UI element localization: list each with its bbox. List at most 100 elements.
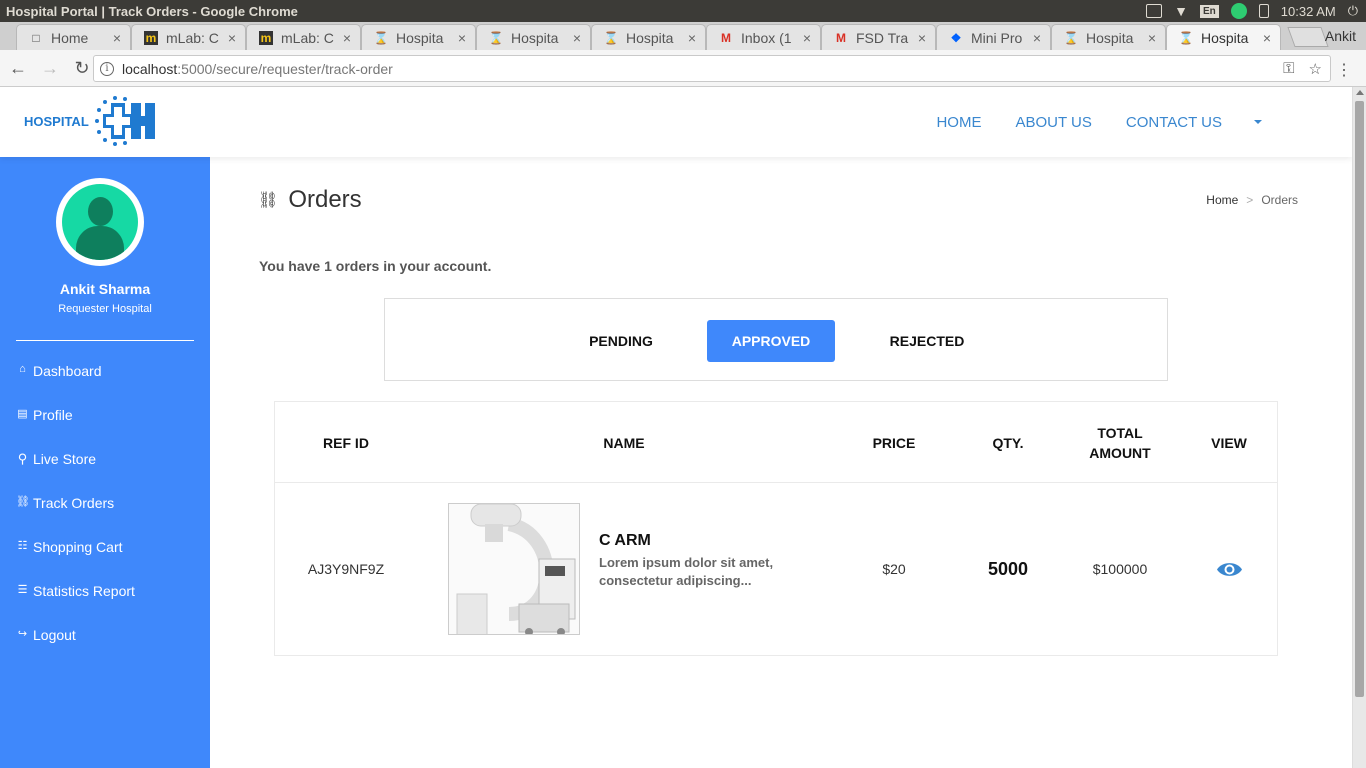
url-host: localhost — [122, 60, 178, 77]
dropbox-icon: ❖ — [950, 30, 962, 45]
cart-icon: ☷ — [17, 540, 28, 552]
forklift-icon: ⛓ — [258, 192, 279, 209]
forklift-icon: ⛓ — [16, 496, 30, 508]
breadcrumb: Home > Orders — [1206, 193, 1298, 207]
forward-icon[interactable]: → — [36, 58, 64, 79]
sidebar-item-live-store[interactable]: ⚲ Live Store — [16, 451, 135, 495]
browser-tab[interactable]: M Inbox (1 × — [706, 24, 821, 50]
close-icon[interactable]: × — [1260, 30, 1274, 46]
id-card-icon: ▤ — [17, 408, 28, 420]
browser-tab-active[interactable]: ⌛ Hospita × — [1166, 24, 1281, 50]
screen-icon[interactable] — [1146, 4, 1163, 18]
filter-rejected-button[interactable]: REJECTED — [867, 320, 987, 362]
close-icon[interactable]: × — [455, 30, 469, 46]
user-icon — [62, 184, 138, 260]
browser-tab[interactable]: ⌛ Hospita × — [476, 24, 591, 50]
filter-pending-button[interactable]: PENDING — [565, 320, 677, 362]
nav-home-link[interactable]: HOME — [936, 114, 981, 131]
power-icon[interactable]: ⏻ — [1348, 3, 1358, 19]
main-nav: HOME ABOUT US CONTACT US — [936, 114, 1262, 131]
close-icon[interactable]: × — [800, 30, 814, 46]
browser-tab-strip: □ Home × m mLab: C × m mLab: C × ⌛ Hospita × ⌛ Ho… — [0, 22, 1366, 50]
wifi-icon[interactable]: ▼ — [1174, 3, 1188, 19]
gmail-icon: M — [836, 30, 846, 45]
close-icon[interactable]: × — [1030, 30, 1044, 46]
key-icon[interactable]: ⚿ — [1283, 60, 1294, 78]
close-icon[interactable]: × — [110, 30, 124, 46]
sidebar-item-shopping-cart[interactable]: ☷ Shopping Cart — [16, 539, 135, 583]
document-icon: □ — [32, 30, 40, 45]
close-icon[interactable]: × — [915, 30, 929, 46]
sidebar-item-dashboard[interactable]: ⌂ Dashboard — [16, 363, 135, 407]
close-icon[interactable]: × — [1145, 30, 1159, 46]
filter-approved-button[interactable]: APPROVED — [707, 320, 835, 362]
breadcrumb-home-link[interactable]: Home — [1206, 193, 1238, 207]
hospital-cross-icon — [94, 96, 155, 146]
site-logo[interactable]: HOSPITAL — [24, 95, 155, 147]
url-path: :5000/secure/requester/track-order — [177, 60, 393, 77]
browser-tab[interactable]: ⌛ Hospita × — [591, 24, 706, 50]
user-role: Requester Hospital — [58, 303, 152, 315]
scroll-up-icon[interactable] — [1356, 90, 1364, 95]
nav-about-link[interactable]: ABOUT US — [1015, 114, 1091, 131]
order-status-filter: PENDING APPROVED REJECTED — [384, 298, 1168, 381]
os-top-bar: Hospital Portal | Track Orders - Google … — [0, 0, 1366, 22]
url-input[interactable]: i localhost:5000/secure/requester/track-… — [93, 55, 1331, 82]
browser-tab[interactable]: m mLab: C × — [246, 24, 361, 50]
logo-text: HOSPITAL — [24, 113, 89, 129]
home-icon: ⌂ — [19, 363, 26, 375]
table-header-row: REF ID NAME PRICE QTY. TOTAL AMOUNT VIEW — [275, 402, 1277, 483]
sidebar-item-track-orders[interactable]: ⛓ Track Orders — [16, 495, 135, 539]
browser-tab[interactable]: ❖ Mini Pro × — [936, 24, 1051, 50]
main-content: ⛓ Orders Home > Orders You have 1 orders i… — [210, 157, 1352, 768]
breadcrumb-current: Orders — [1261, 193, 1298, 207]
order-ref-id: AJ3Y9NF9Z — [307, 561, 385, 577]
web-page: HOSPITAL HOME ABOUT US CONTACT US Ankit … — [0, 87, 1352, 768]
hospital-icon: ⌛ — [1063, 30, 1079, 45]
breadcrumb-separator: > — [1246, 193, 1254, 207]
browser-tab[interactable]: ⌛ Hospita × — [1051, 24, 1166, 50]
sidebar-item-statistics-report[interactable]: ☰ Statistics Report — [16, 583, 135, 627]
keyboard-layout-indicator[interactable]: En — [1199, 4, 1219, 18]
battery-icon[interactable] — [1258, 4, 1269, 18]
close-icon[interactable]: × — [340, 30, 354, 46]
col-view: VIEW — [1211, 434, 1247, 451]
scrollbar-thumb[interactable] — [1355, 101, 1364, 697]
view-order-button[interactable] — [1181, 483, 1277, 655]
page-title: Orders — [288, 186, 362, 213]
sidebar-item-logout[interactable]: ↪ Logout — [16, 627, 135, 671]
close-icon[interactable]: × — [225, 30, 239, 46]
browser-tab[interactable]: m mLab: C × — [131, 24, 246, 50]
reload-icon[interactable]: ↻ — [68, 58, 96, 79]
system-tray: ▼ En 10:32 AM ⏻ — [1146, 0, 1358, 22]
eye-icon — [1216, 562, 1242, 576]
mlab-icon: m — [259, 30, 273, 45]
address-toolbar: ← → ↻ i localhost:5000/secure/requester/… — [0, 50, 1366, 87]
product-image[interactable] — [448, 503, 580, 635]
col-name: NAME — [603, 434, 645, 451]
browser-tab[interactable]: M FSD Tra × — [821, 24, 936, 50]
profile-name[interactable]: Ankit — [1325, 28, 1356, 44]
clock[interactable]: 10:32 AM — [1281, 4, 1336, 19]
browser-menu-icon[interactable]: ⋮ — [1336, 60, 1352, 80]
close-icon[interactable]: × — [685, 30, 699, 46]
nav-contact-link[interactable]: CONTACT US — [1126, 114, 1222, 131]
dropdown-caret-icon[interactable] — [1254, 120, 1262, 124]
col-qty: QTY. — [992, 434, 1024, 451]
sidebar: Ankit Sharma Requester Hospital ⌂ Dashboa… — [0, 157, 210, 768]
order-count-message: You have 1 orders in your account. — [259, 258, 492, 274]
hospital-icon: ⌛ — [373, 30, 389, 45]
browser-tab[interactable]: ⌛ Hospita × — [361, 24, 476, 50]
close-icon[interactable]: × — [570, 30, 584, 46]
new-tab-button[interactable] — [1287, 27, 1329, 47]
bluetooth-icon[interactable] — [1230, 3, 1247, 19]
browser-tab[interactable]: □ Home × — [16, 24, 131, 50]
product-name: C ARM — [599, 532, 651, 549]
bookmark-star-icon[interactable]: ☆ — [1309, 60, 1322, 78]
avatar[interactable] — [56, 178, 144, 266]
user-name: Ankit Sharma — [59, 281, 151, 297]
page-scrollbar[interactable] — [1352, 87, 1366, 768]
info-icon[interactable]: i — [100, 61, 114, 76]
sidebar-item-profile[interactable]: ▤ Profile — [16, 407, 135, 451]
back-icon[interactable]: ← — [4, 58, 32, 79]
